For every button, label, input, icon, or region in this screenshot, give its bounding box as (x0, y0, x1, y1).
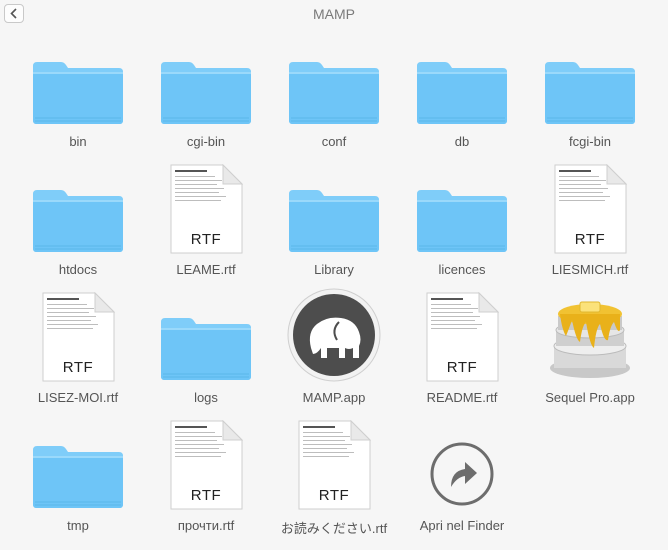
folder-item[interactable]: conf (270, 38, 398, 166)
item-label: Sequel Pro.app (545, 390, 635, 405)
folder-item[interactable]: Library (270, 166, 398, 294)
file-type-badge: RTF (446, 359, 478, 376)
folder-item[interactable]: logs (142, 294, 270, 422)
rtf-document-icon: RTF (398, 292, 526, 382)
folder-icon (14, 166, 142, 254)
item-label: MAMP.app (302, 390, 366, 405)
rtf-file-item[interactable]: RTF README.rtf (398, 292, 526, 422)
item-label: お読みください.rtf (280, 521, 388, 536)
rtf-document-icon: RTF (526, 164, 654, 254)
file-type-badge: RTF (190, 231, 222, 248)
folder-item[interactable]: fcgi-bin (526, 38, 654, 166)
rtf-document-icon: RTF (142, 164, 270, 254)
app-item[interactable]: Sequel Pro.app (526, 294, 654, 422)
item-label: Library (314, 262, 354, 277)
item-label: LISEZ-MOI.rtf (37, 390, 119, 405)
window-title: MAMP (313, 6, 355, 22)
item-label: прочти.rtf (177, 518, 235, 533)
item-label: Apri nel Finder (419, 518, 505, 533)
file-type-badge: RTF (190, 487, 222, 504)
item-label: README.rtf (426, 390, 498, 405)
rtf-document-icon: RTF (270, 420, 398, 510)
folder-item[interactable]: licences (398, 166, 526, 294)
item-label: LEAME.rtf (176, 262, 236, 277)
item-label: bin (69, 134, 87, 149)
rtf-file-item[interactable]: RTF LISEZ-MOI.rtf (14, 292, 142, 422)
rtf-file-item[interactable]: RTF прочти.rtf (142, 420, 270, 550)
item-label: LIESMICH.rtf (551, 262, 629, 277)
item-label: db (454, 134, 470, 149)
item-label: tmp (67, 518, 89, 533)
file-type-badge: RTF (62, 359, 94, 376)
rtf-document-icon: RTF (14, 292, 142, 382)
folder-icon (270, 38, 398, 126)
rtf-file-item[interactable]: RTF お読みください.rtf (270, 420, 398, 550)
item-label: licences (438, 262, 486, 277)
folder-item[interactable]: bin (14, 38, 142, 166)
folder-item[interactable]: tmp (14, 422, 142, 550)
item-label: conf (321, 134, 347, 149)
folder-icon (270, 166, 398, 254)
folder-icon (398, 38, 526, 126)
file-type-badge: RTF (574, 231, 606, 248)
sequel-pro-icon (526, 294, 654, 382)
item-label: logs (194, 390, 218, 405)
open-in-finder-icon (398, 430, 526, 518)
mamp-elephant-icon (270, 288, 398, 382)
open-in-finder-button[interactable]: Apri nel Finder (398, 422, 526, 550)
folder-icon (142, 38, 270, 126)
folder-icon (14, 38, 142, 126)
folder-icon (398, 166, 526, 254)
folder-icon (142, 294, 270, 382)
rtf-file-item[interactable]: RTF LIESMICH.rtf (526, 164, 654, 294)
folder-icon (14, 422, 142, 510)
rtf-file-item[interactable]: RTF LEAME.rtf (142, 164, 270, 294)
rtf-document-icon: RTF (142, 420, 270, 510)
folder-icon (526, 38, 654, 126)
item-label: htdocs (58, 262, 98, 277)
title-bar: MAMP (0, 0, 668, 30)
folder-item[interactable]: htdocs (14, 166, 142, 294)
app-item[interactable]: MAMP.app (270, 288, 398, 422)
item-label: cgi-bin (186, 134, 226, 149)
file-grid: bin cgi-bin conf db fcgi-bin htdocs RTF … (14, 38, 654, 550)
item-label: fcgi-bin (569, 134, 611, 149)
folder-item[interactable]: cgi-bin (142, 38, 270, 166)
folder-item[interactable]: db (398, 38, 526, 166)
file-type-badge: RTF (318, 487, 350, 504)
